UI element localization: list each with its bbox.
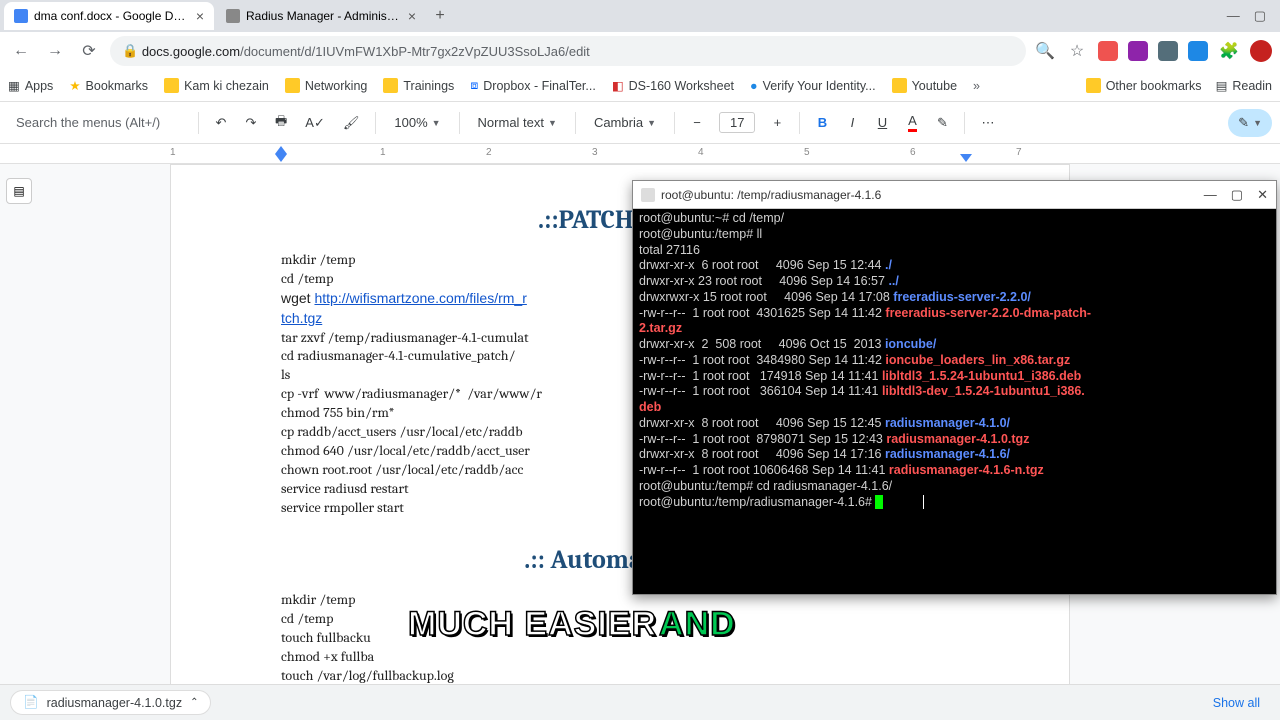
- docs-toolbar: Search the menus (Alt+/) ↶ ↷ 🖶 A✓ 🖌 100%…: [0, 102, 1280, 144]
- highlight-button[interactable]: ✎: [930, 111, 954, 135]
- editing-mode-button[interactable]: ✎ ▼: [1228, 109, 1272, 137]
- bookmarks-bar: ▦ Apps ★Bookmarks Kam ki chezain Network…: [0, 70, 1280, 102]
- back-button[interactable]: ←: [8, 38, 34, 64]
- new-tab-button[interactable]: +: [428, 4, 452, 28]
- reading-list-icon: ▤: [1216, 78, 1228, 93]
- close-icon[interactable]: ✕: [1257, 187, 1268, 203]
- overflow-icon[interactable]: »: [973, 79, 980, 93]
- bookmark-item[interactable]: ◧DS-160 Worksheet: [612, 78, 734, 93]
- tab-title: Radius Manager - Administratio: [246, 9, 400, 23]
- chevron-down-icon: ▼: [647, 118, 656, 128]
- chevron-down-icon: ▼: [1253, 118, 1262, 128]
- right-indent-marker[interactable]: [960, 154, 972, 162]
- download-bar: 📄 radiusmanager-4.1.0.tgz ⌃ Show all: [0, 684, 1280, 720]
- tab-radius[interactable]: Radius Manager - Administratio ×: [216, 2, 426, 30]
- page-icon: ◧: [612, 78, 624, 93]
- font-size-inc[interactable]: +: [765, 111, 789, 134]
- close-icon[interactable]: ×: [408, 8, 416, 24]
- chevron-down-icon: ▼: [548, 118, 557, 128]
- bookmark-star-icon[interactable]: ☆: [1066, 40, 1088, 62]
- terminal-window[interactable]: root@ubuntu: /temp/radiusmanager-4.1.6 —…: [632, 180, 1277, 595]
- url-input[interactable]: 🔒 docs.google.com /document/d/1IUVmFW1Xb…: [110, 36, 1026, 66]
- undo-button[interactable]: ↶: [209, 111, 233, 135]
- forward-button[interactable]: →: [42, 38, 68, 64]
- left-indent-marker[interactable]: [275, 154, 287, 162]
- profile-avatar[interactable]: [1250, 40, 1272, 62]
- chevron-up-icon[interactable]: ⌃: [190, 697, 198, 708]
- more-button[interactable]: ⋯: [975, 111, 1000, 135]
- download-filename: radiusmanager-4.1.0.tgz: [47, 696, 183, 710]
- bookmark-folder[interactable]: Trainings: [383, 78, 454, 93]
- bookmark-item[interactable]: ★Bookmarks: [69, 78, 148, 93]
- star-icon: ★: [69, 78, 80, 93]
- folder-icon: [383, 78, 398, 93]
- extension-icon[interactable]: [1128, 41, 1148, 61]
- putty-icon: [641, 188, 655, 202]
- maximize-icon[interactable]: ▢: [1254, 8, 1266, 24]
- minimize-icon[interactable]: —: [1204, 187, 1217, 203]
- extension-icon[interactable]: [1188, 41, 1208, 61]
- print-button[interactable]: 🖶: [269, 108, 293, 138]
- spellcheck-button[interactable]: A✓: [299, 111, 331, 135]
- bold-button[interactable]: B: [810, 111, 834, 134]
- close-icon[interactable]: ×: [196, 8, 204, 24]
- first-line-indent-marker[interactable]: [275, 146, 287, 154]
- bookmark-folder[interactable]: Youtube: [892, 78, 957, 93]
- extensions-menu-icon[interactable]: 🧩: [1218, 40, 1240, 62]
- apps-button[interactable]: ▦ Apps: [8, 78, 53, 93]
- folder-icon: [892, 78, 907, 93]
- bookmark-item[interactable]: ●Verify Your Identity...: [750, 79, 876, 93]
- docs-favicon: [14, 9, 28, 23]
- outline-toggle[interactable]: ▤: [6, 178, 32, 204]
- tab-docs[interactable]: dma conf.docx - Google Docs ×: [4, 2, 214, 30]
- page-favicon: [226, 9, 240, 23]
- maximize-icon[interactable]: ▢: [1231, 187, 1243, 203]
- folder-icon: [1086, 78, 1101, 93]
- show-all-downloads[interactable]: Show all: [1203, 692, 1270, 714]
- tab-title: dma conf.docx - Google Docs: [34, 9, 188, 23]
- address-bar: ← → ⟳ 🔒 docs.google.com /document/d/1IUV…: [0, 32, 1280, 70]
- url-host: docs.google.com: [142, 44, 240, 59]
- bookmark-folder[interactable]: Kam ki chezain: [164, 78, 269, 93]
- bookmark-item[interactable]: ⧈Dropbox - FinalTer...: [470, 78, 596, 93]
- dropbox-icon: ⧈: [470, 78, 478, 93]
- tab-bar: dma conf.docx - Google Docs × Radius Man…: [0, 0, 1280, 32]
- chevron-down-icon: ▼: [432, 118, 441, 128]
- verify-icon: ●: [750, 79, 758, 93]
- video-caption: MUCH EASIERAND: [408, 605, 736, 644]
- window-controls: — ▢: [1213, 8, 1276, 24]
- extension-icon[interactable]: [1098, 41, 1118, 61]
- bookmark-folder[interactable]: Networking: [285, 78, 368, 93]
- download-item[interactable]: 📄 radiusmanager-4.1.0.tgz ⌃: [10, 690, 211, 715]
- font-select[interactable]: Cambria▼: [586, 111, 664, 134]
- redo-button[interactable]: ↷: [239, 111, 263, 135]
- text-color-button[interactable]: A: [900, 109, 924, 136]
- italic-button[interactable]: I: [840, 111, 864, 134]
- apps-icon: ▦: [8, 78, 20, 93]
- terminal-content[interactable]: root@ubuntu:~# cd /temp/root@ubuntu:/tem…: [633, 209, 1276, 512]
- terminal-title: root@ubuntu: /temp/radiusmanager-4.1.6: [661, 188, 881, 202]
- zoom-icon[interactable]: 🔍: [1034, 40, 1056, 62]
- zoom-select[interactable]: 100%▼: [386, 111, 448, 134]
- other-bookmarks[interactable]: Other bookmarks: [1086, 78, 1202, 93]
- ruler[interactable]: 1 1 2 3 4 5 6 7: [0, 144, 1280, 164]
- browser-chrome: dma conf.docx - Google Docs × Radius Man…: [0, 0, 1280, 102]
- folder-icon: [285, 78, 300, 93]
- search-menus-input[interactable]: Search the menus (Alt+/): [8, 111, 188, 134]
- reload-button[interactable]: ⟳: [76, 38, 102, 64]
- paint-format-button[interactable]: 🖌: [337, 111, 366, 135]
- extension-icon[interactable]: [1158, 41, 1178, 61]
- font-size-dec[interactable]: −: [685, 111, 709, 134]
- pencil-icon: ✎: [1238, 115, 1249, 131]
- underline-button[interactable]: U: [870, 111, 894, 134]
- reading-list[interactable]: ▤Readin: [1216, 78, 1272, 93]
- font-size-input[interactable]: 17: [719, 112, 755, 133]
- url-path: /document/d/1IUVmFW1XbP-Mtr7gx2zVpZUU3Ss…: [240, 44, 590, 59]
- style-select[interactable]: Normal text▼: [470, 111, 565, 134]
- terminal-titlebar[interactable]: root@ubuntu: /temp/radiusmanager-4.1.6 —…: [633, 181, 1276, 209]
- file-icon: 📄: [23, 695, 39, 710]
- minimize-icon[interactable]: —: [1227, 8, 1240, 24]
- folder-icon: [164, 78, 179, 93]
